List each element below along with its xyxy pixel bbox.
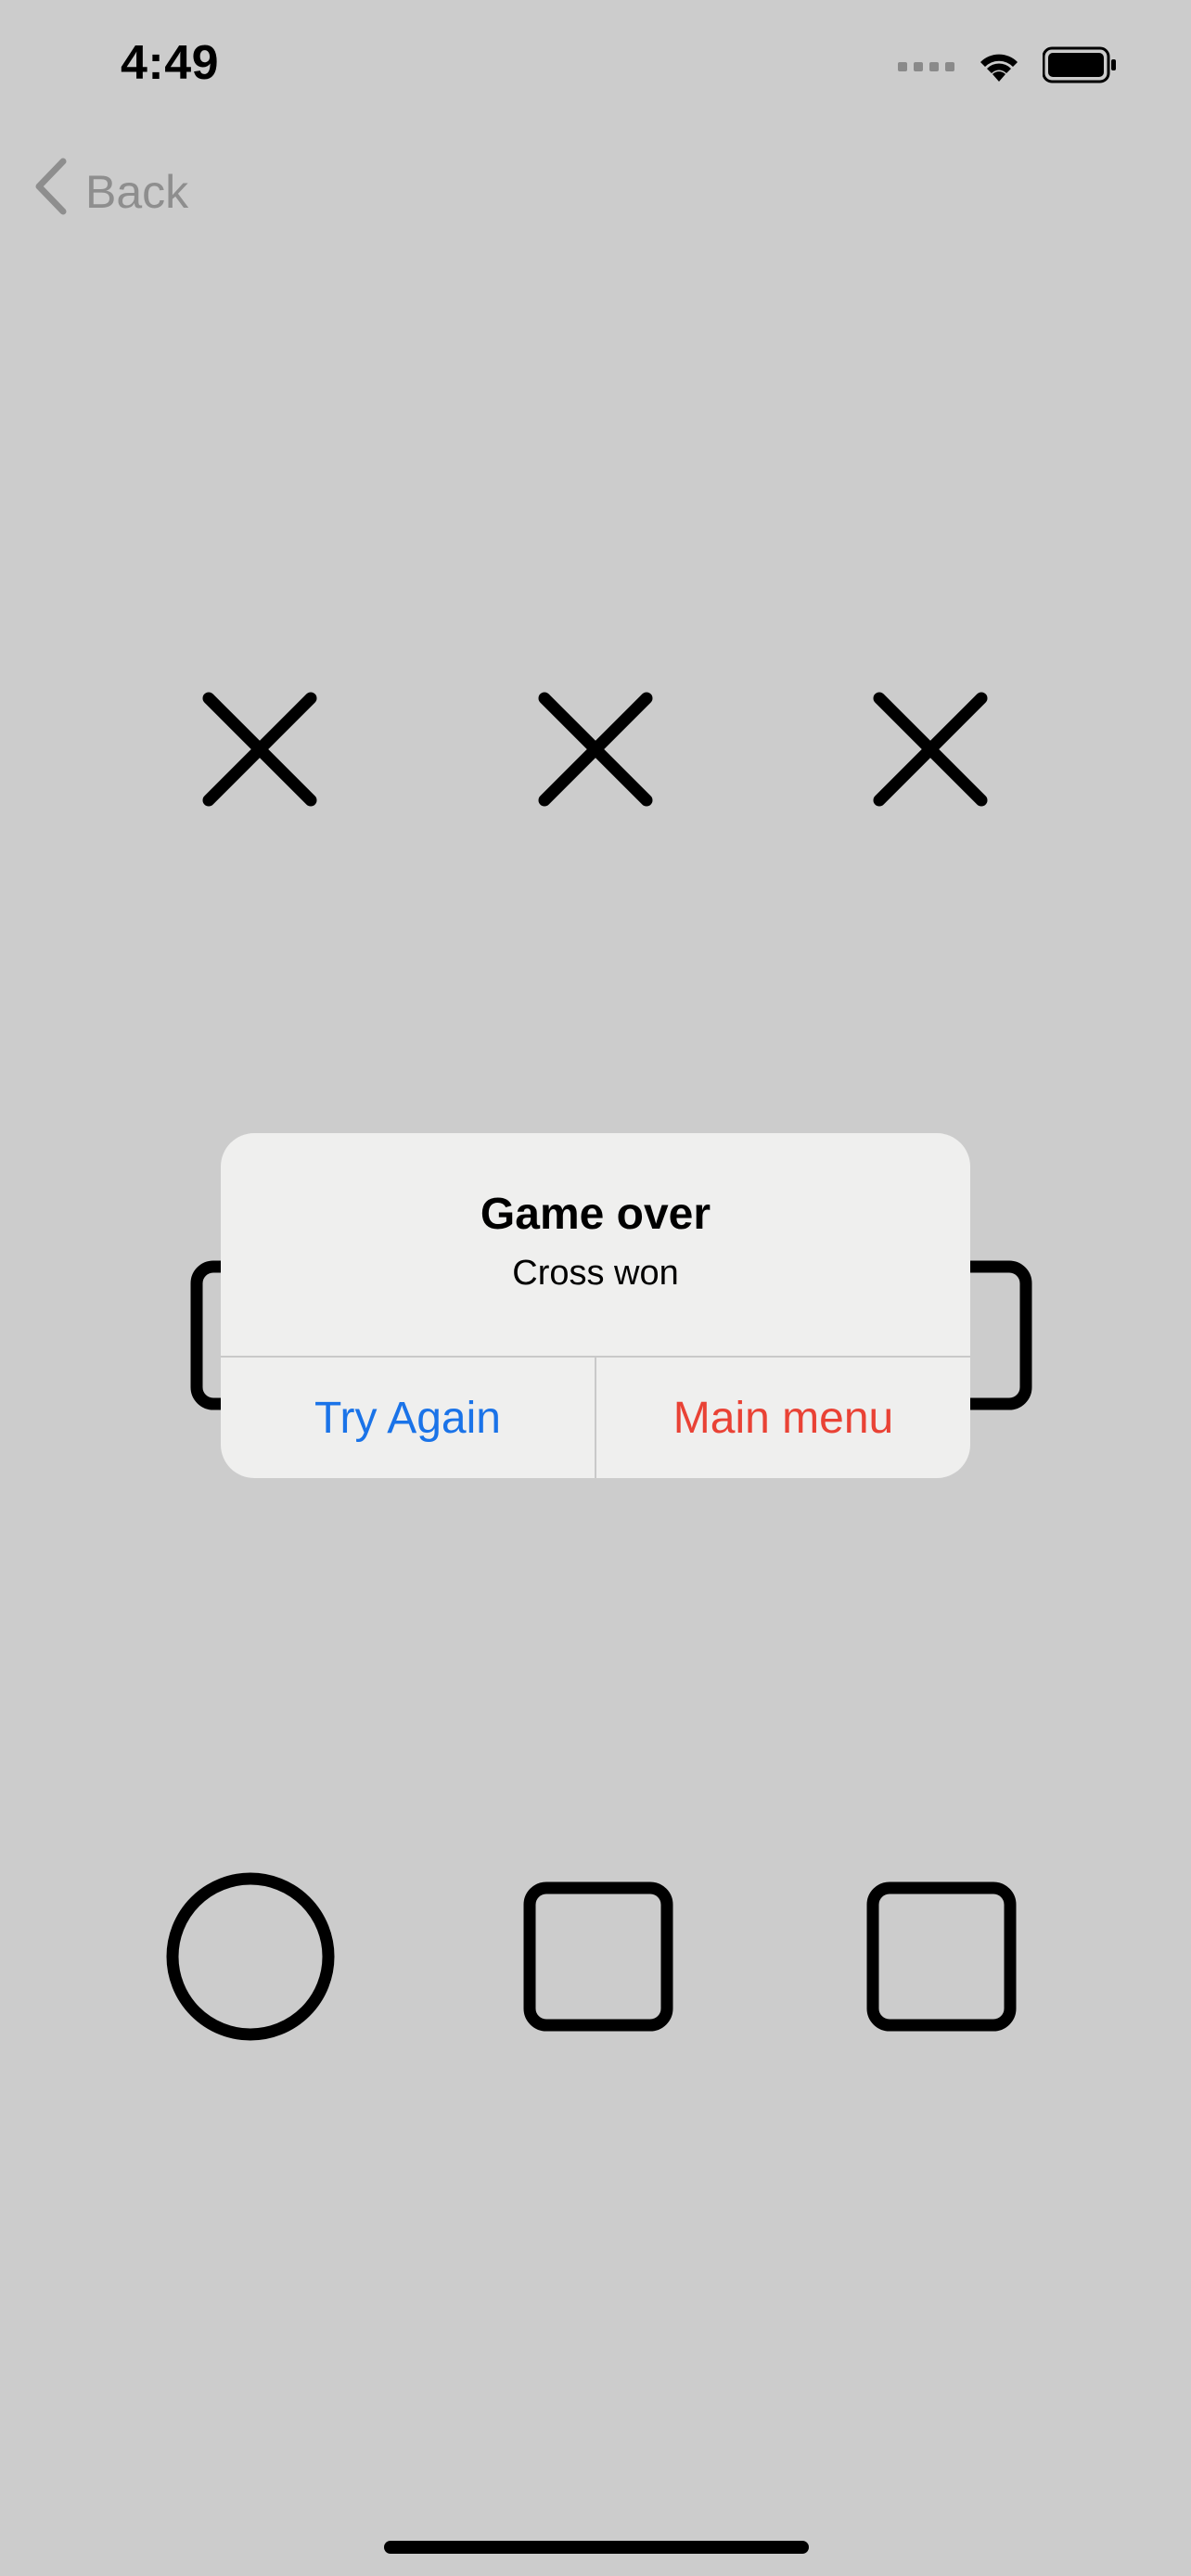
board-cell-x[interactable] bbox=[828, 647, 1032, 851]
cross-icon bbox=[202, 692, 317, 807]
board-cell-x[interactable] bbox=[158, 647, 362, 851]
board-cell-x[interactable] bbox=[493, 647, 698, 851]
home-indicator[interactable] bbox=[384, 2541, 809, 2554]
cross-icon bbox=[538, 692, 653, 807]
board-cell-o[interactable] bbox=[148, 1855, 352, 2059]
main-menu-button[interactable]: Main menu bbox=[596, 1358, 970, 1478]
empty-square-icon bbox=[866, 1881, 1017, 2032]
empty-square-icon bbox=[523, 1881, 673, 2032]
circle-icon bbox=[166, 1872, 335, 2041]
alert-title: Game over bbox=[480, 1190, 711, 1239]
board-cell-empty[interactable] bbox=[839, 1855, 1044, 2059]
try-again-button[interactable]: Try Again bbox=[221, 1358, 595, 1478]
cross-icon bbox=[873, 692, 988, 807]
alert-message: Cross won bbox=[512, 1254, 679, 1293]
game-screen: 4:49 Back Game over Cross won Try Again … bbox=[0, 0, 1191, 2576]
board-cell-empty[interactable] bbox=[496, 1855, 700, 2059]
game-over-alert: Game over Cross won Try Again Main menu bbox=[221, 1133, 970, 1478]
